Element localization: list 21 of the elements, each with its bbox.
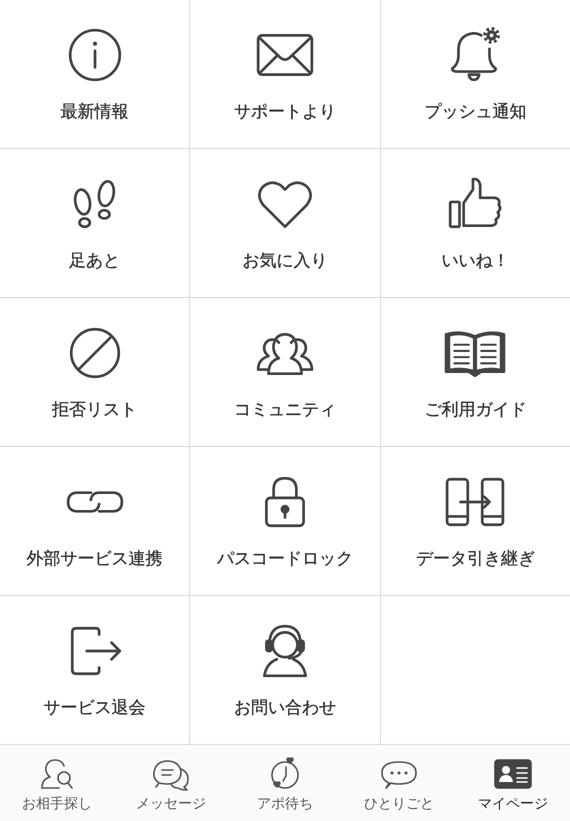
menu-item[interactable]: お気に入り — [190, 149, 380, 297]
menu-item[interactable]: プッシュ通知 — [380, 0, 570, 148]
menu-item[interactable]: データ引き継ぎ — [380, 447, 570, 595]
menu-item[interactable]: 足あと — [0, 149, 190, 297]
menu-item[interactable]: パスコードロック — [190, 447, 380, 595]
tab[interactable]: アポ待ち — [228, 745, 342, 820]
tab[interactable]: マイページ — [456, 745, 570, 820]
menu-item[interactable]: 拒否リスト — [0, 298, 190, 446]
menu-item[interactable]: サービス退会 — [0, 596, 190, 744]
tab[interactable]: ひとりごと — [342, 745, 456, 820]
menu-item[interactable]: 外部サービス連携 — [0, 447, 190, 595]
chat-bubbles-icon — [151, 757, 191, 791]
tab[interactable]: メッセージ — [114, 745, 228, 820]
menu-item[interactable]: サポートより — [190, 0, 380, 148]
menu-item[interactable]: いいね！ — [380, 149, 570, 297]
menu-item[interactable]: お問い合わせ — [190, 596, 380, 744]
menu-item[interactable]: ご利用ガイド — [380, 298, 570, 446]
menu-item[interactable]: 最新情報 — [0, 0, 190, 148]
menu-item[interactable]: コミュニティ — [190, 298, 380, 446]
tab[interactable]: お相手探し — [0, 745, 114, 820]
profile-card-icon — [493, 757, 533, 791]
